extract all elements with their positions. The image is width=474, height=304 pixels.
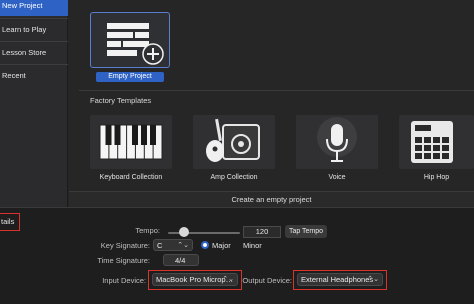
sidebar-item-new-project[interactable]: New Project	[0, 0, 68, 16]
template-label: Hip Hop	[423, 174, 450, 181]
key-value: C	[157, 241, 163, 250]
sidebar-item-lesson-store[interactable]: Lesson Store	[0, 43, 68, 63]
empty-project-tile[interactable]	[90, 12, 170, 68]
key-signature-label: Key Signature:	[100, 241, 150, 250]
output-device-label: Output Device:	[242, 276, 292, 285]
create-empty-project-hint: Create an empty project	[69, 191, 474, 207]
details-panel: tails Tempo: 120 Tap Tempo Key Signature…	[0, 207, 474, 304]
sidebar-divider	[0, 18, 68, 19]
template-label: Voice	[328, 174, 346, 181]
output-device-popup[interactable]: External Headphones ⌃⌄	[297, 273, 383, 286]
time-signature-label: Time Signature:	[97, 256, 150, 265]
major-radio[interactable]	[201, 241, 209, 249]
template-keyboard-collection[interactable]	[90, 115, 172, 169]
template-label: Amp Collection	[210, 174, 258, 181]
main-area: Empty Project Factory Templates Keyboard…	[69, 0, 474, 207]
sidebar-divider	[0, 64, 68, 65]
tap-tempo-button[interactable]: Tap Tempo	[285, 225, 327, 238]
key-popup[interactable]: C ⌃⌄	[153, 239, 193, 251]
empty-project-icon	[107, 23, 164, 65]
template-voice[interactable]	[296, 115, 378, 169]
sidebar-item-learn-to-play[interactable]: Learn to Play	[0, 20, 68, 40]
guitar-amp-icon	[206, 118, 260, 162]
divider	[79, 90, 474, 91]
details-toggle-button[interactable]: tails	[0, 213, 20, 231]
popup-chevron-icon: ⌃⌄	[177, 242, 189, 249]
template-hip-hop[interactable]	[399, 115, 474, 169]
input-device-label: Input Device:	[102, 276, 146, 285]
template-amp-collection[interactable]	[193, 115, 275, 169]
output-device-value: External Headphones	[301, 275, 374, 284]
popup-chevron-icon: ⌃⌄	[367, 276, 379, 283]
input-device-popup[interactable]: MacBook Pro Microp… ⌃⌄	[152, 273, 238, 286]
time-signature-value: 4/4	[175, 256, 186, 265]
empty-project-label[interactable]: Empty Project	[96, 72, 164, 82]
sidebar: New Project Learn to Play Lesson Store R…	[0, 0, 68, 207]
minor-label: Minor	[243, 241, 262, 250]
tempo-field[interactable]: 120	[243, 226, 281, 238]
template-label: Keyboard Collection	[99, 174, 163, 181]
microphone-icon	[317, 117, 357, 162]
major-label: Major	[212, 241, 231, 250]
piano-keys-icon	[99, 124, 163, 160]
sidebar-item-recent[interactable]: Recent	[0, 66, 68, 86]
tempo-slider-knob[interactable]	[179, 227, 189, 237]
sidebar-divider	[0, 41, 68, 42]
time-signature-popup[interactable]: 4/4	[163, 254, 199, 266]
tempo-label: Tempo:	[135, 226, 160, 235]
popup-chevron-icon: ⌃⌄	[222, 276, 234, 283]
factory-templates-heading: Factory Templates	[90, 96, 152, 105]
drum-machine-icon	[411, 121, 453, 163]
